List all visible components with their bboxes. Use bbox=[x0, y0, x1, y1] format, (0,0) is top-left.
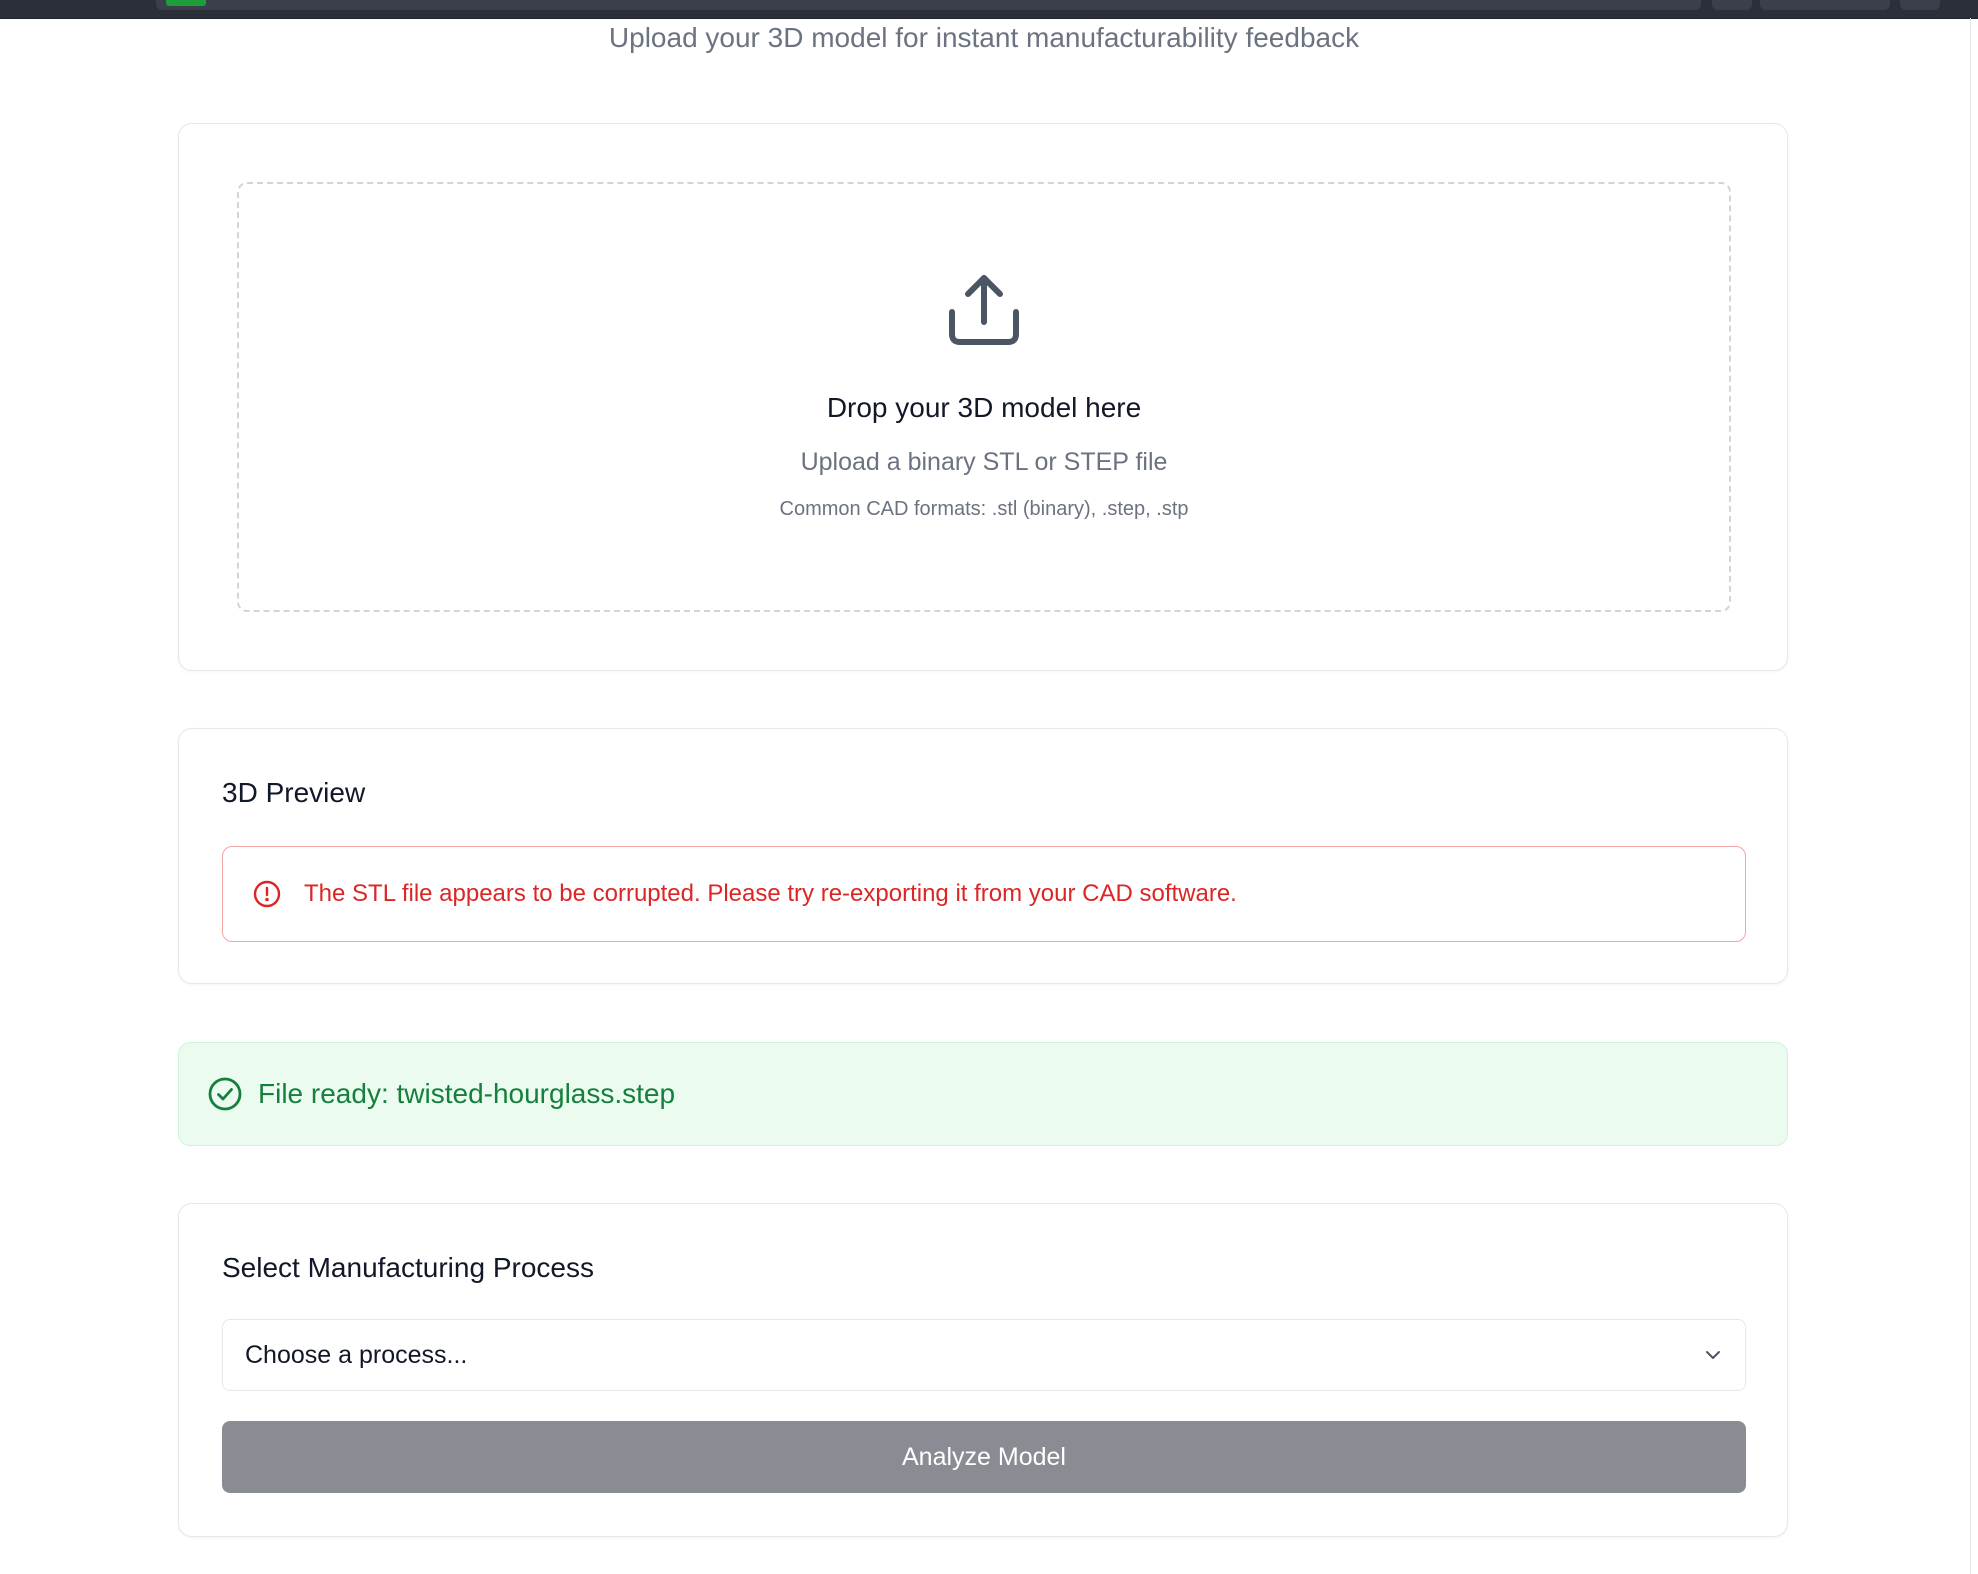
dropzone-title: Drop your 3D model here bbox=[826, 392, 1142, 423]
alert-circle-icon bbox=[252, 879, 282, 909]
process-select-value: Choose a process... bbox=[245, 1340, 468, 1369]
preview-card: 3D Preview The STL file appears to be co… bbox=[178, 728, 1788, 984]
toolbar-button[interactable] bbox=[1712, 0, 1752, 10]
preview-heading: 3D Preview bbox=[222, 777, 366, 808]
address-bar[interactable] bbox=[156, 0, 1701, 10]
page-subtitle: Upload your 3D model for instant manufac… bbox=[608, 22, 1360, 53]
browser-toolbar bbox=[0, 0, 1978, 19]
error-alert: The STL file appears to be corrupted. Pl… bbox=[222, 846, 1746, 942]
chevron-down-icon bbox=[1701, 1343, 1725, 1367]
upload-card: Drop your 3D model here Upload a binary … bbox=[178, 123, 1788, 671]
upload-icon bbox=[239, 272, 1729, 352]
error-message: The STL file appears to be corrupted. Pl… bbox=[304, 880, 1237, 907]
file-ready-banner: File ready: twisted-hourglass.step bbox=[178, 1042, 1788, 1146]
toolbar-button[interactable] bbox=[1760, 0, 1890, 10]
process-select[interactable]: Choose a process... bbox=[222, 1319, 1746, 1391]
security-indicator bbox=[166, 0, 206, 6]
supported-formats: Common CAD formats: .stl (binary), .step… bbox=[779, 498, 1189, 520]
page-scrollbar[interactable] bbox=[1970, 18, 1971, 1574]
analyze-model-button[interactable]: Analyze Model bbox=[222, 1421, 1746, 1493]
file-ready-message: File ready: twisted-hourglass.step bbox=[258, 1078, 676, 1109]
dropzone-subtitle: Upload a binary STL or STEP file bbox=[800, 448, 1168, 476]
process-card: Select Manufacturing Process Choose a pr… bbox=[178, 1203, 1788, 1537]
check-circle-icon bbox=[207, 1076, 243, 1112]
file-dropzone[interactable]: Drop your 3D model here Upload a binary … bbox=[237, 182, 1731, 612]
toolbar-button[interactable] bbox=[1900, 0, 1940, 10]
process-heading: Select Manufacturing Process bbox=[222, 1252, 594, 1283]
